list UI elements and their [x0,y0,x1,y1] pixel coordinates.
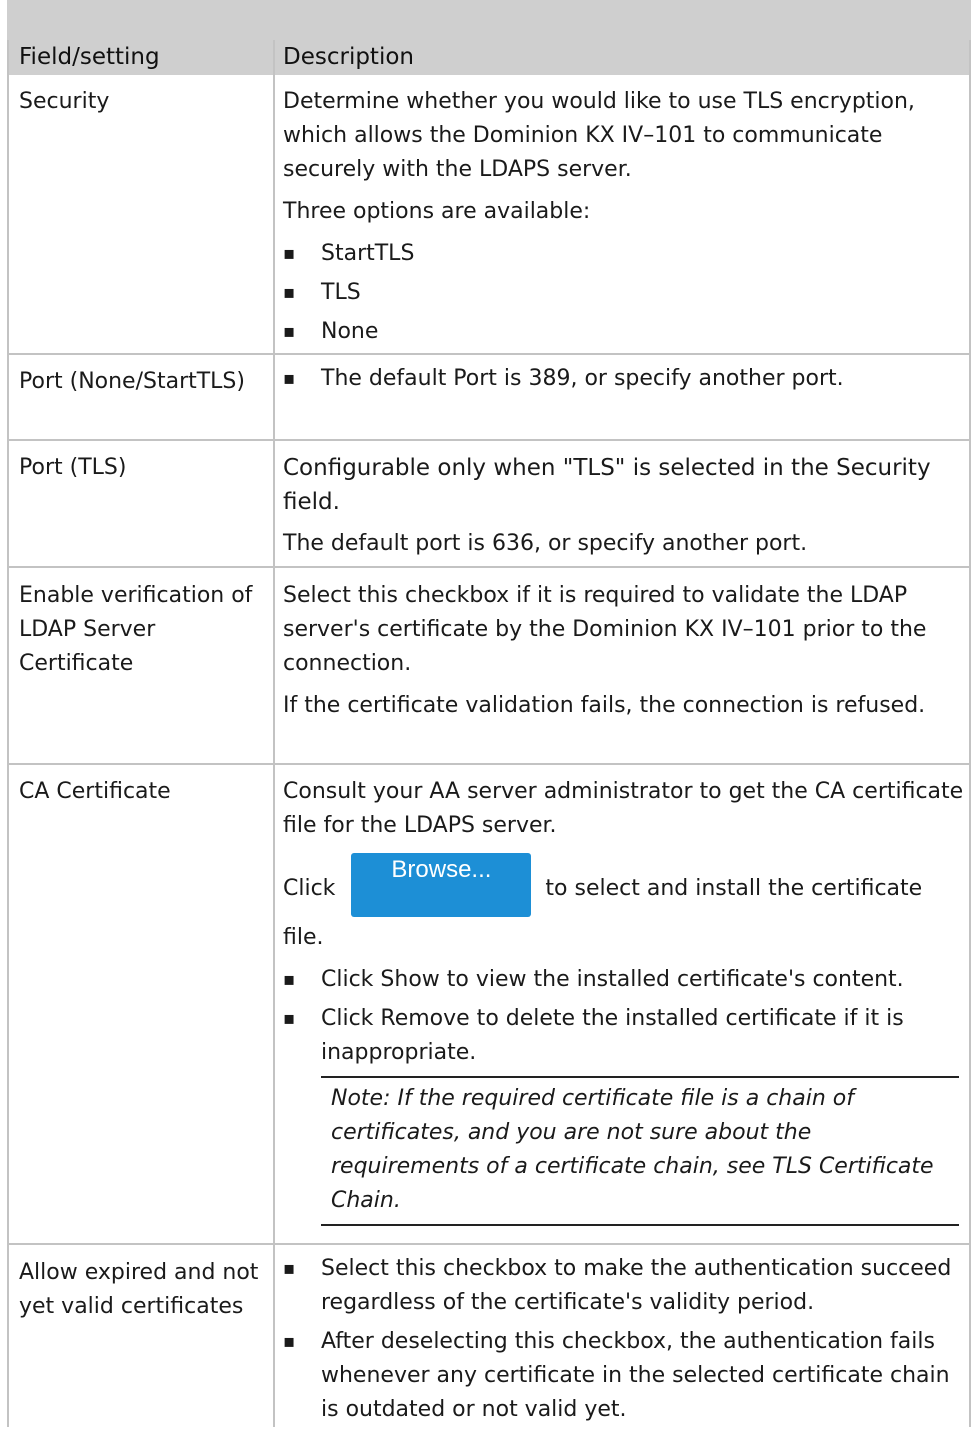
table-header: Field/setting Description [7,0,971,75]
field-expired: Allow expired and not yet valid certific… [19,1260,259,1319]
port-tls-condition: Configurable only when "TLS" is selected… [283,455,931,515]
list-item: Click Show to view the installed certifi… [283,963,969,997]
list-item: Select this checkbox to make the authent… [283,1252,969,1320]
port-tls-description: The default port is 636, or specify anot… [283,531,808,556]
settings-table: Field/setting Description Security Deter… [7,0,971,1427]
list-item: After deselecting this checkbox, the aut… [283,1325,969,1427]
expired-bullet-list: Select this checkbox to make the authent… [283,1252,969,1427]
list-item: None [283,315,969,349]
table-row-security: Security Determine whether you would lik… [7,75,971,355]
list-item: TLS [283,276,969,310]
field-port: Port (None/StartTLS) [19,369,245,394]
security-description: Determine whether you would like to use … [283,89,915,182]
header-field-setting: Field/setting [19,44,160,70]
description-verify: Select this checkbox if it is required t… [283,579,969,731]
description-expired: Select this checkbox to make the authent… [283,1252,969,1432]
verify-description: Select this checkbox if it is required t… [283,583,927,676]
header-description: Description [283,44,414,70]
field-port-tls: Port (TLS) [19,455,127,480]
table-row-port-tls: Port (TLS) Configurable only when "TLS" … [7,441,971,568]
click-prefix: Click [283,876,336,901]
list-item: StartTLS [283,237,969,271]
browse-button[interactable]: Browse... [351,853,532,917]
ca-description: Consult your AA server administrator to … [283,779,964,838]
description-ca-certificate: Consult your AA server administrator to … [283,775,969,1226]
list-item: The default Port is 389, or specify anot… [283,362,969,396]
ca-browse-instruction: ClickBrowse...to select and install the … [283,853,969,955]
table-row-port: Port (None/StartTLS) The default Port is… [7,355,971,441]
description-port: The default Port is 389, or specify anot… [283,362,969,401]
ca-note: Note: If the required certificate file i… [321,1076,959,1226]
ca-bullet-list: Click Show to view the installed certifi… [283,963,969,1070]
verify-failure-note: If the certificate validation fails, the… [283,693,926,718]
list-item: Click Remove to delete the installed cer… [283,1002,969,1070]
field-ca-certificate: CA Certificate [19,779,171,804]
security-options-intro: Three options are available: [283,199,591,224]
field-security: Security [19,89,110,114]
field-verify: Enable verification of LDAP Server Certi… [19,583,253,676]
description-port-tls: Configurable only when "TLS" is selected… [283,451,969,569]
security-options-list: StartTLS TLS None [283,237,969,349]
table-row-ca-certificate: CA Certificate Consult your AA server ad… [7,765,971,1245]
description-security: Determine whether you would like to use … [283,85,969,354]
port-bullet-list: The default Port is 389, or specify anot… [283,362,969,396]
table-row-verify: Enable verification of LDAP Server Certi… [7,568,971,765]
table-row-expired: Allow expired and not yet valid certific… [7,1245,971,1427]
